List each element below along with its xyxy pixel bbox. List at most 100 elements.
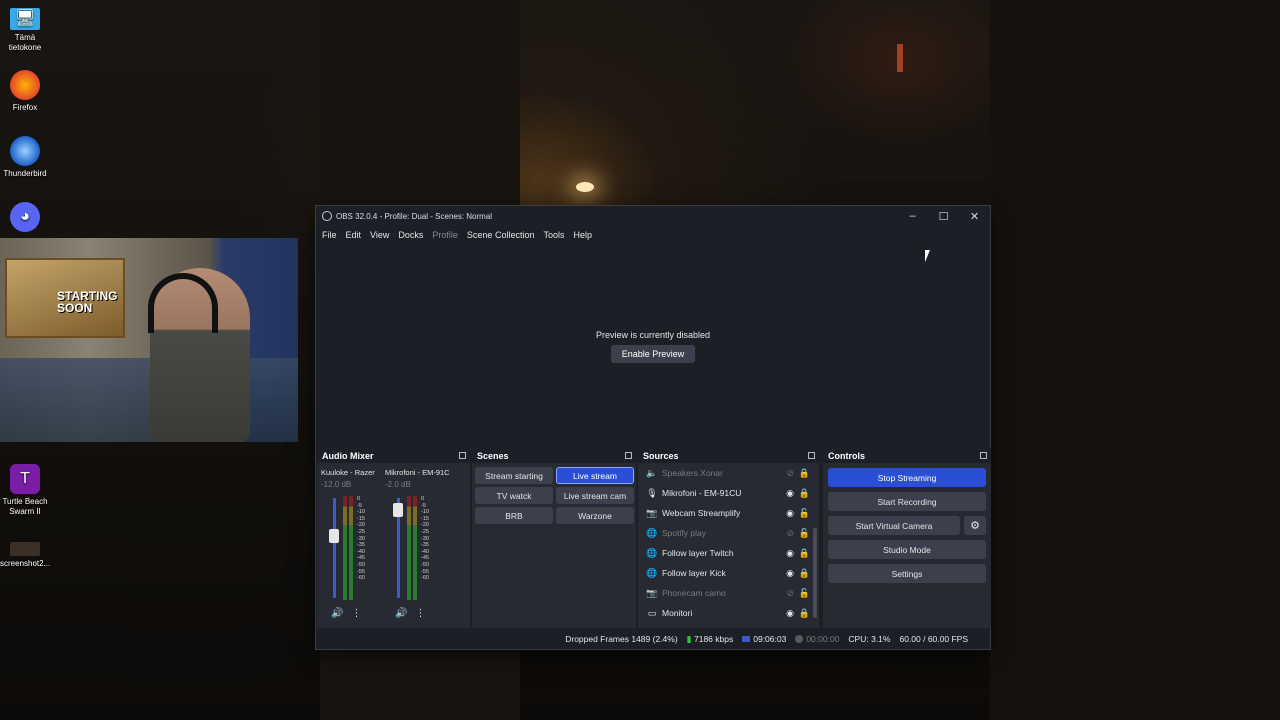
close-icon[interactable]: ✕: [959, 210, 990, 223]
visibility-hidden-icon[interactable]: ⊘: [786, 528, 794, 539]
undock-icon[interactable]: [459, 452, 466, 459]
source-item[interactable]: 🔈 Speakers Xonar ⊘ 🔒: [638, 463, 819, 483]
undock-icon[interactable]: [808, 452, 815, 459]
dropped-frames: Dropped Frames 1489 (2.4%): [565, 634, 678, 644]
start-virtual-camera-button[interactable]: Start Virtual Camera: [828, 516, 960, 535]
volume-slider-knob[interactable]: [329, 529, 339, 543]
channel-menu-icon[interactable]: ⋮: [415, 608, 425, 619]
menu-edit[interactable]: Edit: [346, 230, 362, 240]
source-item[interactable]: 📷 Phonecam camo ⊘ 🔓: [638, 583, 819, 603]
visibility-hidden-icon[interactable]: ⊘: [786, 468, 794, 479]
level-meter: [407, 496, 411, 600]
meter-scale: 0 -5 -10 -15 -20 -25 -30 -35 -40 -45 -50 -55 -60: [421, 496, 429, 582]
lock-icon[interactable]: 🔒: [799, 468, 810, 479]
unlock-icon[interactable]: 🔓: [799, 528, 810, 539]
source-item[interactable]: 📷 Webcam Streamplify ◉ 🔓: [638, 503, 819, 523]
gear-icon[interactable]: ⚙: [964, 516, 986, 535]
menu-docks[interactable]: Docks: [398, 230, 423, 240]
lit-window: [897, 44, 903, 72]
source-item[interactable]: ▭ Monitori ◉ 🔒: [638, 603, 819, 623]
start-recording-button[interactable]: Start Recording: [828, 492, 986, 511]
speaker-mute-icon[interactable]: 🔊: [395, 608, 407, 619]
image-file-icon: [10, 542, 40, 556]
channel-menu-icon[interactable]: ⋮: [351, 608, 361, 619]
desktop-icon-screenshot[interactable]: screenshot2...: [0, 542, 50, 569]
lock-icon[interactable]: 🔒: [799, 608, 810, 619]
live-icon: [742, 636, 751, 642]
camera-icon: 📷: [646, 507, 658, 518]
scenes-header: Scenes: [472, 448, 636, 463]
source-item[interactable]: 🌐 Spotify play ⊘ 🔓: [638, 523, 819, 543]
menu-tools[interactable]: Tools: [543, 230, 564, 240]
controls-dock: Controls Stop Streaming Start Recording …: [823, 448, 991, 628]
desktop-icon-turtle-beach[interactable]: T Turtle Beach Swarm II: [0, 464, 50, 517]
source-item[interactable]: 🌐 Follow layer Twitch ◉ 🔒: [638, 543, 819, 563]
audio-mixer-header: Audio Mixer: [317, 448, 470, 463]
stop-streaming-button[interactable]: Stop Streaming: [828, 468, 986, 487]
desktop-icon-label: Thunderbird: [3, 169, 47, 178]
scene-grid: Stream starting Live stream TV watck Liv…: [472, 463, 636, 528]
scene-tv-watck[interactable]: TV watck: [475, 487, 553, 504]
obs-logo-icon: [322, 211, 332, 221]
unlock-icon[interactable]: 🔓: [799, 508, 810, 519]
visibility-icon[interactable]: ◉: [786, 508, 794, 519]
scene-stream-starting[interactable]: Stream starting: [475, 467, 553, 484]
settings-button[interactable]: Settings: [828, 564, 986, 583]
undock-icon[interactable]: [980, 452, 987, 459]
menu-file[interactable]: File: [322, 230, 337, 240]
menu-help[interactable]: Help: [573, 230, 592, 240]
source-label: Monitori: [662, 608, 693, 618]
desktop-icon-firefox[interactable]: Firefox: [0, 70, 50, 113]
controls-header: Controls: [823, 448, 991, 463]
scene-brb[interactable]: BRB: [475, 507, 553, 524]
scene-live-stream-cam[interactable]: Live stream cam: [556, 487, 634, 504]
enable-preview-button[interactable]: Enable Preview: [610, 344, 696, 363]
source-label: Webcam Streamplify: [662, 508, 741, 518]
source-label: Follow layer Kick: [662, 568, 726, 578]
title-bar[interactable]: OBS 32.0.4 - Profile: Dual - Scenes: Nor…: [316, 206, 990, 226]
visibility-icon[interactable]: ◉: [786, 488, 794, 499]
menu-scene-collection[interactable]: Scene Collection: [467, 230, 535, 240]
dock-title: Sources: [643, 450, 679, 461]
visibility-icon[interactable]: ◉: [786, 608, 794, 619]
sofa: [0, 358, 298, 442]
desktop-icon-discord[interactable]: ◕: [0, 202, 50, 235]
camera-icon: 📷: [646, 587, 658, 598]
studio-mode-button[interactable]: Studio Mode: [828, 540, 986, 559]
bitrate: 7186 kbps: [694, 633, 734, 644]
scene-warzone[interactable]: Warzone: [556, 507, 634, 524]
maximize-icon[interactable]: ☐: [928, 210, 959, 223]
source-item[interactable]: 🎙 Mikrofoni - EM-91CU ◉ 🔒: [638, 483, 819, 503]
channel-name: Kuuloke - Razer: [321, 468, 375, 477]
volume-slider[interactable]: [333, 498, 336, 598]
volume-slider-knob[interactable]: [393, 503, 403, 517]
lock-icon[interactable]: 🔒: [799, 568, 810, 579]
lock-icon[interactable]: 🔒: [799, 548, 810, 559]
scene-live-stream[interactable]: Live stream: [556, 467, 634, 484]
record-time-group: 00:00:00: [795, 634, 839, 644]
lock-icon[interactable]: 🔒: [799, 488, 810, 499]
undock-icon[interactable]: [625, 452, 632, 459]
record-time: 00:00:00: [806, 634, 840, 644]
computer-icon: 🖥: [10, 8, 40, 30]
desktop-icon-this-pc[interactable]: 🖥 Tämä tietokone: [0, 8, 50, 53]
menu-view[interactable]: View: [370, 230, 389, 240]
signal-icon: ▮: [686, 633, 692, 644]
desktop-icon-label: Firefox: [12, 103, 38, 112]
desktop-icon-label: screenshot2...: [0, 559, 51, 568]
unlock-icon[interactable]: 🔓: [799, 588, 810, 599]
minimize-icon[interactable]: –: [897, 210, 928, 223]
desktop-icon-thunderbird[interactable]: Thunderbird: [0, 136, 50, 179]
speaker-mute-icon[interactable]: 🔊: [331, 608, 343, 619]
virtual-camera-row: Start Virtual Camera ⚙: [828, 516, 986, 535]
sources-scrollbar[interactable]: [813, 528, 817, 618]
mixer-channel: Kuuloke - Razer -12.0 dB 0 -5 -10 -15 -20 -25…: [321, 468, 387, 628]
firefox-icon: [10, 70, 40, 100]
source-item[interactable]: 🌐 Follow layer Kick ◉ 🔒: [638, 563, 819, 583]
source-label: Mikrofoni - EM-91CU: [662, 488, 742, 498]
menu-profile[interactable]: Profile: [432, 230, 458, 240]
visibility-hidden-icon[interactable]: ⊘: [786, 588, 794, 599]
desktop-icon-label: tietokone: [8, 43, 42, 52]
visibility-icon[interactable]: ◉: [786, 568, 794, 579]
visibility-icon[interactable]: ◉: [786, 548, 794, 559]
